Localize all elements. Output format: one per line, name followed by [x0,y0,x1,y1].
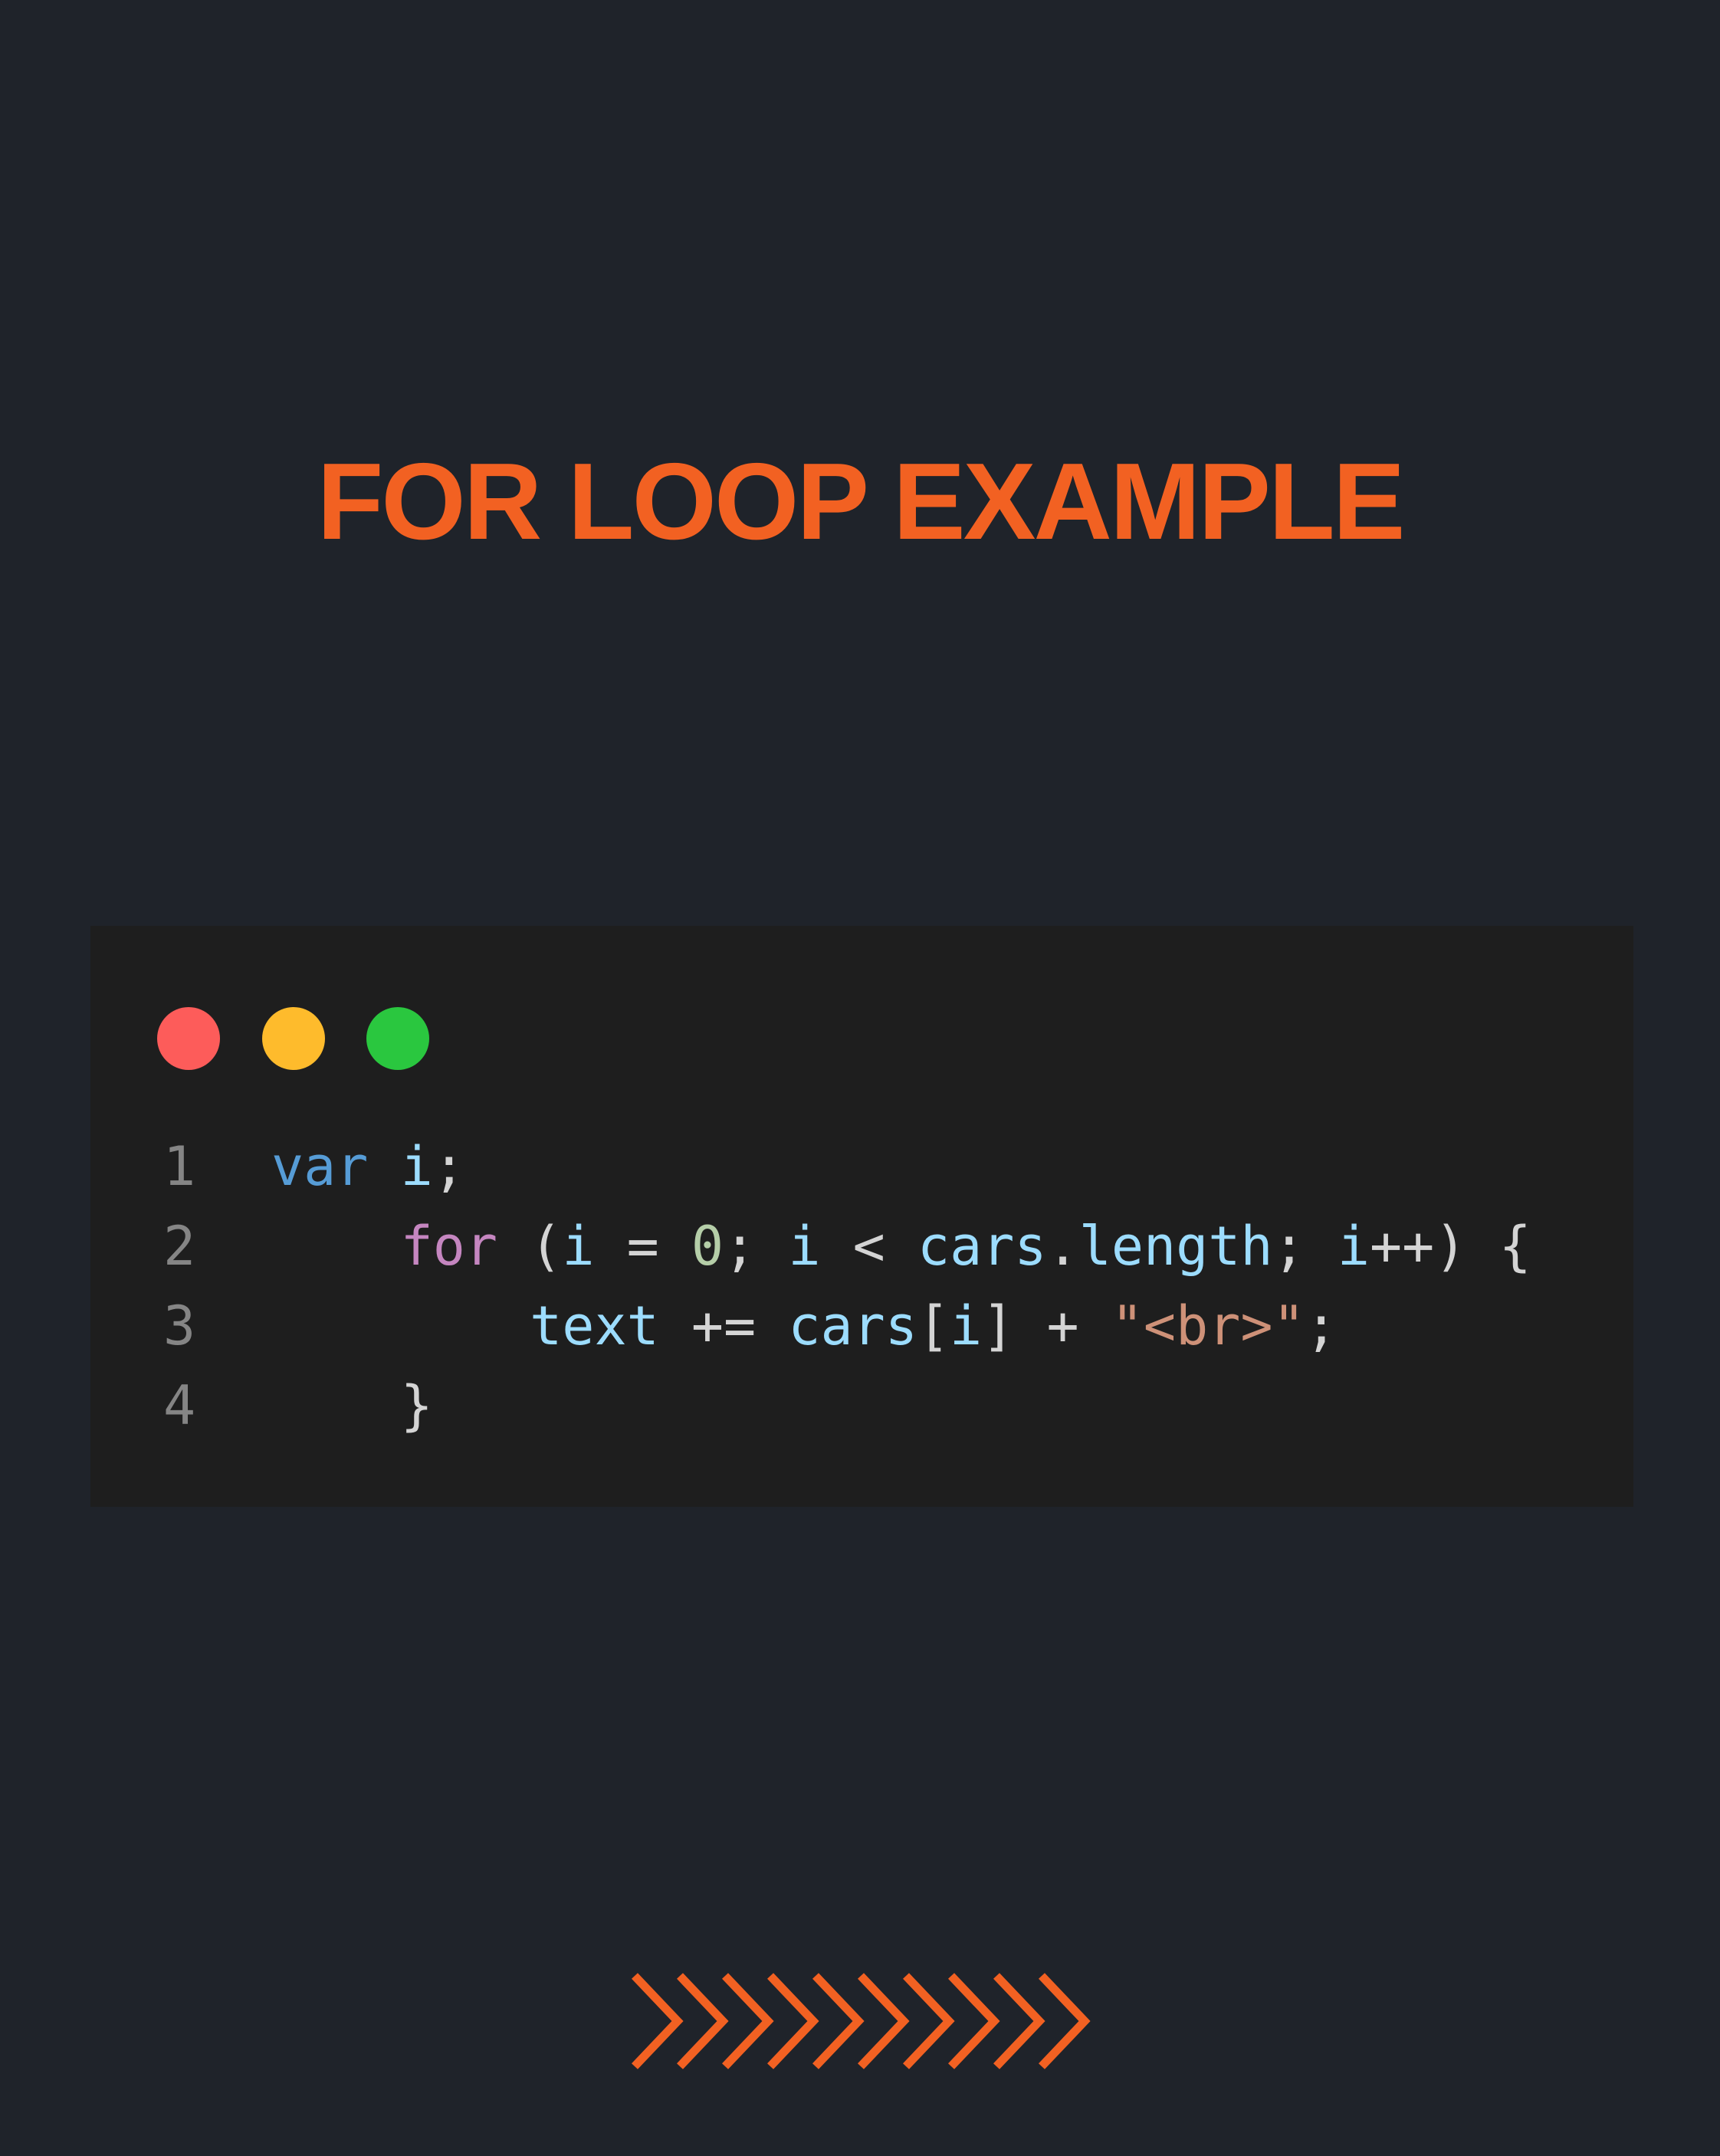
chevron-right-icon [948,1973,1000,2069]
line-number: 3 [163,1295,196,1357]
code-token: i [562,1215,595,1278]
code-token: i [950,1295,983,1357]
code-token: ; [724,1215,789,1278]
code-token: var [271,1135,369,1198]
line-number: 4 [163,1374,196,1437]
code-token: = [594,1215,691,1278]
code-token: ; [1305,1295,1338,1357]
code-editor-window: 1 var i; 2 for (i = 0; i < cars.length; i+… [90,926,1633,1507]
code-token: . [1046,1215,1079,1278]
code-token: ( [497,1215,563,1278]
code-token: i [1337,1215,1370,1278]
code-token: length [1078,1215,1273,1278]
window-close-dot-icon [157,1007,220,1070]
code-token: } [271,1374,433,1437]
code-line: 4 } [90,1366,1633,1446]
chevron-right-icon [677,1973,729,2069]
code-token: for [400,1215,498,1278]
chevron-right-icon [858,1973,910,2069]
code-token: += [658,1295,789,1357]
chevron-right-icon [1039,1973,1091,2069]
code-text: } [271,1366,433,1446]
code-line: 2 for (i = 0; i < cars.length; i++) { [90,1206,1633,1286]
code-token: cars [788,1295,917,1357]
code-token: i [400,1135,433,1198]
code-token: ; [1272,1215,1338,1278]
code-text: for (i = 0; i < cars.length; i++) { [271,1206,1531,1286]
code-token: text [530,1295,659,1357]
chevron-right-icon [812,1973,865,2069]
code-line: 3 text += cars[i] + "<br>"; [90,1286,1633,1366]
page-title: FOR LOOP EXAMPLE [317,441,1406,563]
code-text: text += cars[i] + "<br>"; [271,1286,1338,1366]
code-token: "<br>" [1111,1295,1305,1357]
code-token: ++) { [1370,1215,1531,1278]
chevron-right-icon [903,1973,955,2069]
code-token: [ [917,1295,950,1357]
code-line: 1 var i; [90,1127,1633,1206]
chevron-right-icon [722,1973,774,2069]
chevron-right-icon [767,1973,819,2069]
window-maximize-dot-icon [366,1007,429,1070]
chevron-right-icon [993,1973,1045,2069]
window-minimize-dot-icon [262,1007,325,1070]
chevron-right-icon [632,1973,684,2069]
code-text: var i; [271,1127,465,1206]
code-token: ] + [982,1295,1111,1357]
code-token: i [788,1215,821,1278]
chevron-arrows-decoration [632,1973,1091,2069]
code-token: < [820,1215,917,1278]
code-token: 0 [691,1215,724,1278]
code-token: ; [432,1135,465,1198]
line-number: 1 [163,1135,196,1198]
line-number: 2 [163,1215,196,1278]
code-token: cars [917,1215,1047,1278]
